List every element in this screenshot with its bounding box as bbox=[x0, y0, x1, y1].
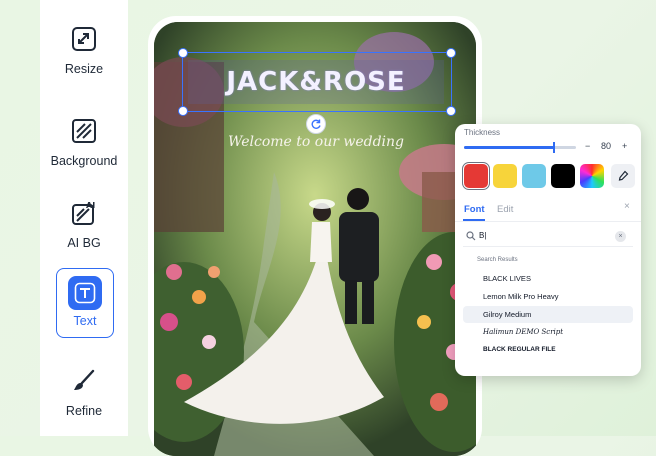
eyedropper-icon[interactable] bbox=[611, 164, 635, 188]
text-t-icon bbox=[68, 276, 102, 310]
font-option-lemon-milk[interactable]: Lemon Milk Pro Heavy bbox=[463, 288, 633, 305]
rotate-icon[interactable] bbox=[306, 114, 326, 134]
font-option-label: Lemon Milk Pro Heavy bbox=[483, 292, 559, 301]
color-swatch-rainbow[interactable] bbox=[580, 164, 604, 188]
font-search-input[interactable]: B| × bbox=[463, 228, 633, 247]
resize-handle-bottom-right[interactable] bbox=[446, 106, 456, 116]
canvas-title-text[interactable]: JACK&ROSE bbox=[188, 60, 444, 104]
tool-text[interactable]: Text bbox=[56, 268, 114, 338]
svg-text:AI: AI bbox=[86, 201, 95, 210]
color-swatch-red[interactable] bbox=[461, 161, 491, 191]
font-option-label: Gilroy Medium bbox=[483, 310, 532, 319]
color-swatch-yellow[interactable] bbox=[493, 164, 517, 188]
font-option-label: BLACK REGULAR FILE bbox=[483, 346, 556, 353]
canvas-subtitle-text[interactable]: Welcome to our wedding bbox=[188, 134, 444, 150]
font-option-script[interactable]: Halimun DEMO Script bbox=[463, 324, 633, 341]
font-option-label: Halimun DEMO Script bbox=[483, 328, 564, 336]
font-search-value: B| bbox=[479, 231, 487, 240]
font-option-black-regular[interactable]: BLACK REGULAR FILE bbox=[463, 342, 633, 359]
ai-background-icon: AI bbox=[69, 198, 99, 228]
clear-search-icon[interactable]: × bbox=[615, 231, 626, 242]
tool-background-label: Background bbox=[50, 154, 118, 168]
tool-ai-bg[interactable]: AI AI BG bbox=[40, 192, 128, 264]
phone-canvas: JACK&ROSE Welcome to our wedding bbox=[148, 16, 482, 456]
font-option-label: BLACK LIVES bbox=[483, 274, 531, 283]
font-option-black-lives[interactable]: BLACK LIVES bbox=[463, 270, 633, 287]
brush-icon bbox=[69, 366, 99, 396]
resize-handle-top-left[interactable] bbox=[178, 48, 188, 58]
thickness-increment-button[interactable]: + bbox=[622, 141, 627, 151]
thickness-value: 80 bbox=[601, 141, 612, 151]
font-option-gilroy-medium[interactable]: Gilroy Medium bbox=[463, 306, 633, 323]
tab-font[interactable]: Font bbox=[464, 204, 485, 215]
color-swatch-black[interactable] bbox=[551, 164, 575, 188]
search-results-heading: Search Results bbox=[477, 257, 518, 263]
tool-ai-bg-label: AI BG bbox=[67, 236, 101, 250]
search-icon bbox=[466, 231, 476, 241]
close-icon[interactable]: × bbox=[624, 201, 630, 212]
resize-icon bbox=[69, 24, 99, 54]
tool-refine[interactable]: Refine bbox=[40, 360, 128, 432]
thickness-slider-fill bbox=[464, 146, 554, 149]
tool-background[interactable]: Background bbox=[40, 110, 128, 182]
thickness-slider-handle[interactable] bbox=[552, 142, 555, 153]
tool-text-label: Text bbox=[73, 314, 97, 328]
tool-refine-label: Refine bbox=[65, 404, 103, 418]
text-style-panel: Thickness − 80 + Font Edit × B| × Search… bbox=[455, 124, 641, 376]
background-hatch-icon bbox=[69, 116, 99, 146]
tool-resize-label: Resize bbox=[64, 62, 104, 76]
thickness-label: Thickness bbox=[464, 128, 501, 137]
thickness-decrement-button[interactable]: − bbox=[585, 141, 590, 151]
tab-edit[interactable]: Edit bbox=[497, 204, 513, 215]
tool-resize[interactable]: Resize bbox=[40, 18, 128, 90]
color-swatch-light-blue[interactable] bbox=[522, 164, 546, 188]
thickness-slider[interactable] bbox=[464, 142, 576, 153]
resize-handle-top-right[interactable] bbox=[446, 48, 456, 58]
tab-divider bbox=[455, 221, 641, 222]
tool-sidebar: Resize Background AI AI BG Text Refine bbox=[40, 0, 128, 436]
resize-handle-bottom-left[interactable] bbox=[178, 106, 188, 116]
